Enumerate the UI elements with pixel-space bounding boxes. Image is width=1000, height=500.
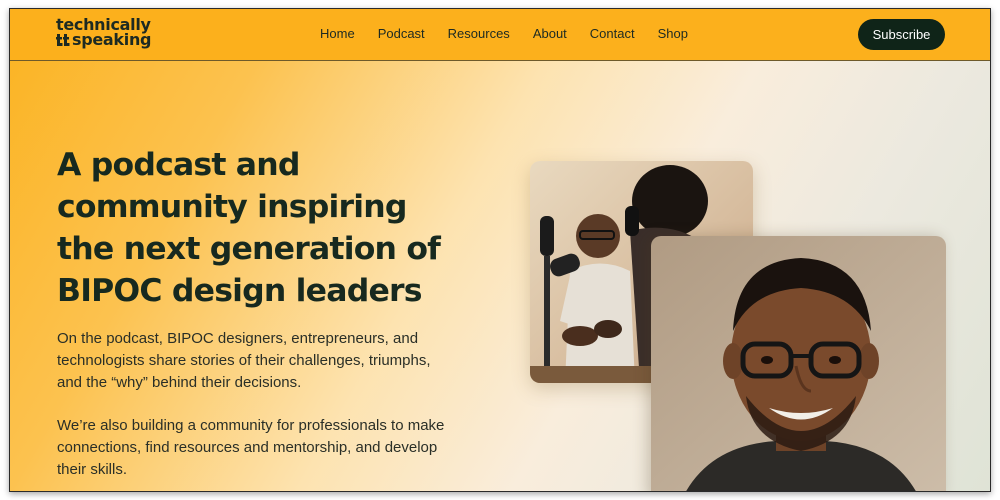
paragraph-line: connections, find resources and mentorsh… <box>57 439 438 456</box>
logo-line-2: speaking <box>72 30 152 49</box>
portrait-photo <box>651 236 946 491</box>
subscribe-button[interactable]: Subscribe <box>858 19 945 50</box>
paragraph-line: technologists share stories of their cha… <box>57 352 431 369</box>
site-header: technically speaking Home Podcast Resour… <box>10 9 990 61</box>
paragraph-line: their skills. <box>57 461 128 478</box>
hero-paragraph-podcast: On the podcast, BIPOC designers, entrepr… <box>57 328 477 394</box>
hero-paragraph-community: We’re also building a community for prof… <box>57 415 477 481</box>
nav-podcast-link[interactable]: Podcast <box>378 26 425 41</box>
site-logo[interactable]: technically speaking <box>56 17 152 49</box>
nav-contact-link[interactable]: Contact <box>590 26 635 41</box>
headline-line: A podcast and <box>57 147 300 183</box>
logo-mark-icon <box>56 33 70 46</box>
paragraph-line: and the “why” behind their decisions. <box>57 374 302 391</box>
nav-home-link[interactable]: Home <box>320 26 355 41</box>
main-nav: Home Podcast Resources About Contact Sho… <box>320 26 711 41</box>
nav-shop-link[interactable]: Shop <box>658 26 688 41</box>
nav-about-link[interactable]: About <box>533 26 567 41</box>
paragraph-line: We’re also building a community for prof… <box>57 417 445 434</box>
headline-line: community inspiring <box>57 189 407 225</box>
hero-headline: A podcast and community inspiring the ne… <box>57 144 477 312</box>
browser-frame: technically speaking Home Podcast Resour… <box>9 8 991 492</box>
nav-resources-link[interactable]: Resources <box>448 26 510 41</box>
headline-line: BIPOC design leaders <box>57 273 423 309</box>
paragraph-line: On the podcast, BIPOC designers, entrepr… <box>57 330 419 347</box>
headline-line: the next generation of <box>57 231 441 267</box>
